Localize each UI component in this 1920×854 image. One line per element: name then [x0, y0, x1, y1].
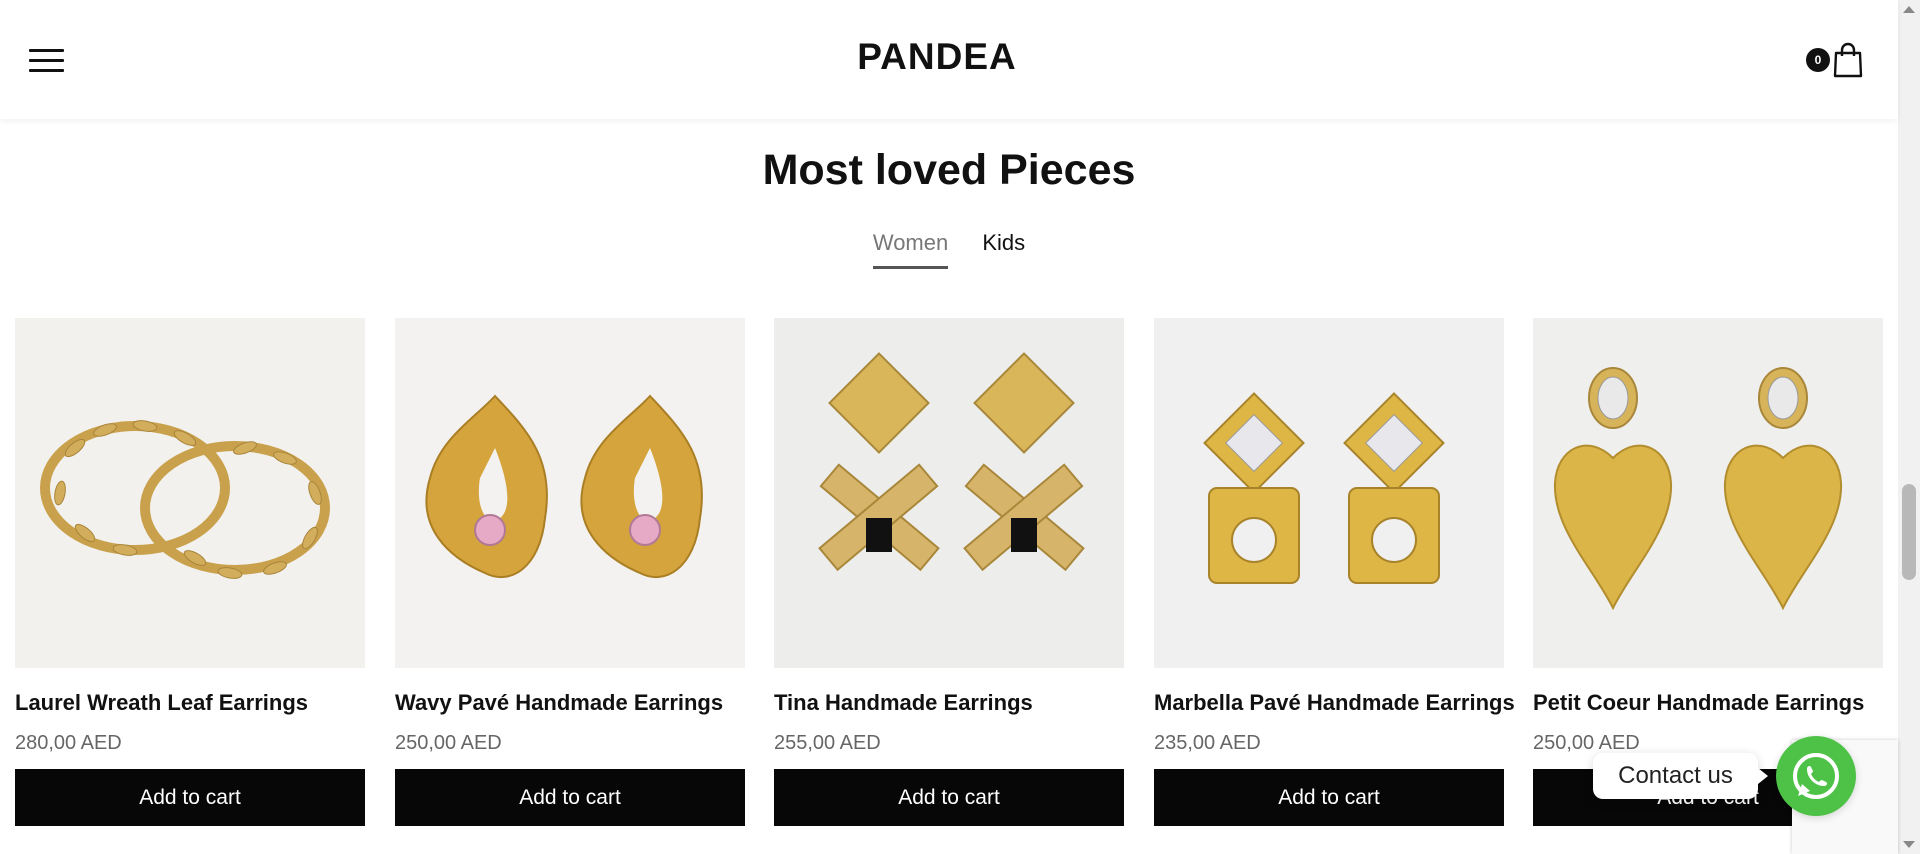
site-logo[interactable]: PANDEA: [0, 36, 1874, 78]
contact-us-label[interactable]: Contact us: [1593, 753, 1768, 799]
category-tabs: Women Kids: [0, 230, 1898, 269]
product-title[interactable]: Tina Handmade Earrings: [774, 690, 1124, 716]
product-title[interactable]: Laurel Wreath Leaf Earrings: [15, 690, 365, 716]
tab-women[interactable]: Women: [872, 230, 949, 269]
product-image[interactable]: [395, 318, 745, 668]
cart-count-badge: 0: [1806, 48, 1830, 72]
scrollbar-thumb[interactable]: [1902, 484, 1916, 580]
product-image[interactable]: [1154, 318, 1504, 668]
product-card: Laurel Wreath Leaf Earrings 280,00 AED A…: [15, 318, 365, 826]
product-image[interactable]: [1533, 318, 1883, 668]
product-image[interactable]: [774, 318, 1124, 668]
cart-button[interactable]: 0: [1806, 42, 1863, 78]
product-title[interactable]: Petit Coeur Handmade Earrings: [1533, 690, 1883, 716]
add-to-cart-button[interactable]: Add to cart: [774, 769, 1124, 826]
add-to-cart-button[interactable]: Add to cart: [395, 769, 745, 826]
product-price: 280,00 AED: [15, 732, 122, 754]
product-card: Wavy Pavé Handmade Earrings 250,00 AED A…: [395, 318, 745, 826]
product-card: Marbella Pavé Handmade Earrings 235,00 A…: [1154, 318, 1515, 826]
scrollbar[interactable]: [1898, 0, 1920, 854]
product-price: 250,00 AED: [395, 732, 502, 754]
site-header: PANDEA 0: [0, 0, 1898, 119]
tab-kids[interactable]: Kids: [982, 230, 1025, 266]
scroll-up-icon[interactable]: [1903, 6, 1915, 13]
product-price: 255,00 AED: [774, 732, 881, 754]
product-price: 235,00 AED: [1154, 732, 1261, 754]
whatsapp-button[interactable]: [1776, 736, 1856, 816]
product-title[interactable]: Marbella Pavé Handmade Earrings: [1154, 690, 1515, 716]
scroll-down-icon[interactable]: [1903, 841, 1915, 848]
shopping-bag-icon: [1833, 42, 1863, 78]
whatsapp-icon: [1793, 753, 1839, 799]
add-to-cart-button[interactable]: Add to cart: [15, 769, 365, 826]
add-to-cart-button[interactable]: Add to cart: [1154, 769, 1504, 826]
product-card: Tina Handmade Earrings 255,00 AED Add to…: [774, 318, 1124, 826]
product-image[interactable]: [15, 318, 365, 668]
product-title[interactable]: Wavy Pavé Handmade Earrings: [395, 690, 745, 716]
section-title: Most loved Pieces: [762, 146, 1136, 194]
